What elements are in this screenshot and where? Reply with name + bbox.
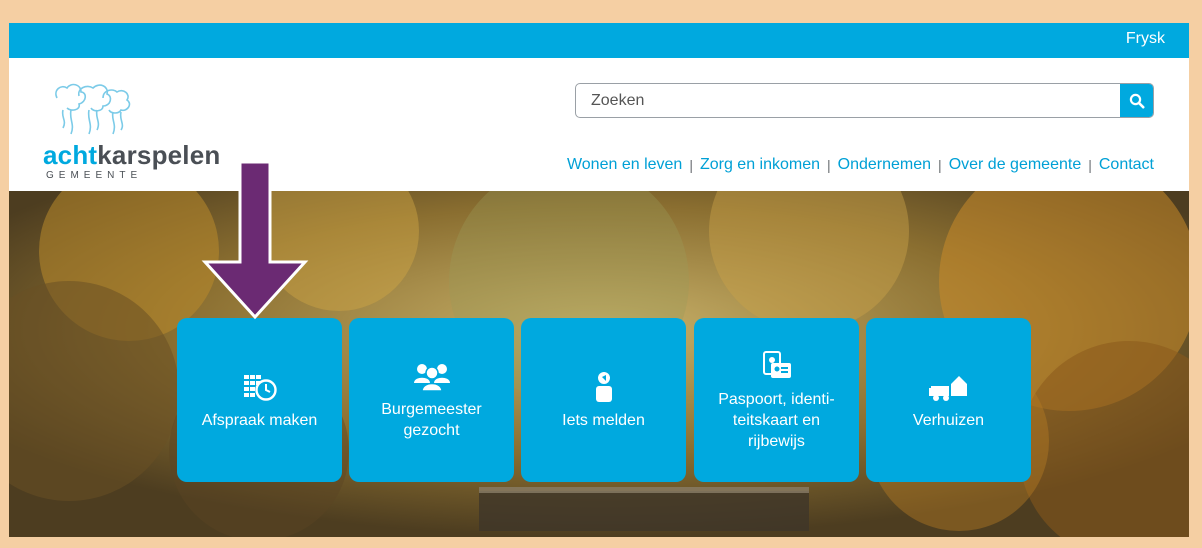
annotation-down-arrow-icon: [201, 162, 309, 320]
nav-ondernemen[interactable]: Ondernemen: [838, 156, 931, 174]
nav-separator: |: [827, 157, 831, 173]
logo-wordmark: achtkarspelen: [43, 140, 221, 170]
person-speaking-icon: [584, 370, 624, 404]
nav-separator: |: [1088, 157, 1092, 173]
tile-burgemeester-gezocht[interactable]: Burgemeester gezocht: [349, 318, 514, 482]
search-input[interactable]: [576, 84, 1121, 117]
nav-zorg-en-inkomen[interactable]: Zorg en inkomen: [700, 156, 820, 174]
trees-logo-icon: [55, 83, 131, 135]
language-link-frysk[interactable]: Frysk: [1126, 30, 1165, 48]
top-bar: Frysk: [9, 23, 1189, 58]
nav-separator: |: [689, 157, 693, 173]
tile-label: Burgemeester gezocht: [381, 401, 482, 439]
id-card-icon: [757, 349, 797, 383]
search-bar: [575, 83, 1154, 118]
hero-banner: Afspraak maken Burgemeester gezocht Iets…: [9, 191, 1189, 537]
tile-label: Iets melden: [562, 411, 645, 429]
search-button[interactable]: [1120, 84, 1153, 117]
people-group-icon: [412, 359, 452, 393]
moving-truck-icon: [928, 370, 969, 404]
tile-label: Paspoort, identi- teitskaart en rijbewij…: [718, 390, 835, 450]
site-header: achtkarspelen GEMEENTE Wonen en leven | …: [9, 58, 1189, 191]
nav-contact[interactable]: Contact: [1099, 156, 1154, 174]
nav-separator: |: [938, 157, 942, 173]
search-icon: [1129, 93, 1144, 108]
logo-subtitle: GEMEENTE: [46, 170, 143, 181]
tile-verhuizen[interactable]: Verhuizen: [866, 318, 1031, 482]
nav-over-de-gemeente[interactable]: Over de gemeente: [949, 156, 1082, 174]
main-navigation: Wonen en leven | Zorg en inkomen | Onder…: [567, 156, 1154, 174]
tile-paspoort-identiteitskaart-rijbewijs[interactable]: Paspoort, identi- teitskaart en rijbewij…: [694, 318, 859, 482]
page-frame: Frysk achtkarspelen GEMEENTE Zoeken Wone…: [9, 23, 1189, 537]
nav-wonen-en-leven[interactable]: Wonen en leven: [567, 156, 682, 174]
tile-label: Verhuizen: [912, 411, 985, 429]
tile-afspraak-maken[interactable]: Afspraak maken: [177, 318, 342, 482]
calendar-clock-icon: [240, 370, 280, 404]
tile-label: Afspraak maken: [201, 411, 318, 429]
tile-iets-melden[interactable]: Iets melden: [521, 318, 686, 482]
